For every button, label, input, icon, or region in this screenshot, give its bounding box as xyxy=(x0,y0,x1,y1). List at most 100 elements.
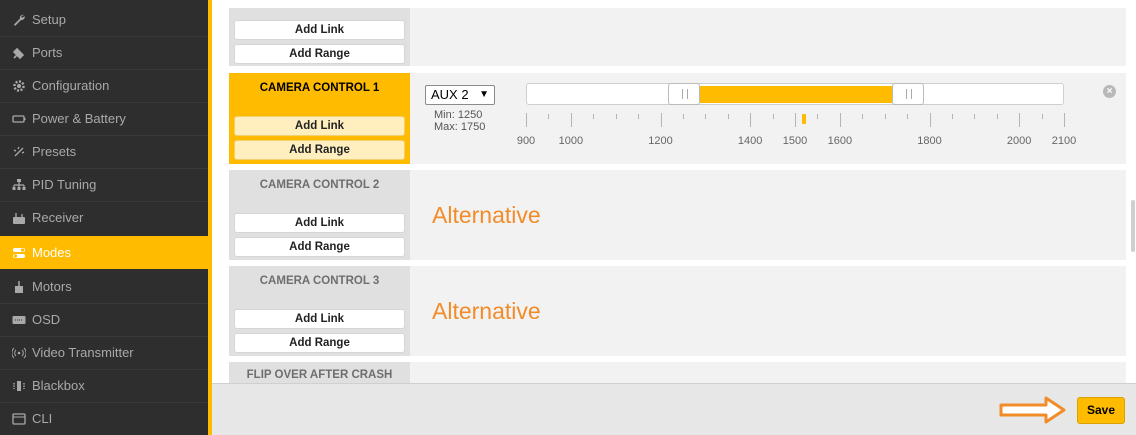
sidebar-item-label: PID Tuning xyxy=(32,177,97,192)
scale-tick xyxy=(1064,113,1065,127)
range-max-handle[interactable] xyxy=(892,83,925,105)
sidebar-item-receiver[interactable]: Receiver xyxy=(0,201,208,234)
add-link-button[interactable]: Add Link xyxy=(234,20,405,40)
annotation-text: Alternative xyxy=(432,202,541,228)
sidebar-item-label: Video Transmitter xyxy=(32,345,134,360)
scale-tick xyxy=(772,114,774,119)
osd-icon xyxy=(12,313,26,327)
mode-name: FLIP OVER AFTER CRASH xyxy=(246,369,393,381)
mode-row-camera-control-2: CAMERA CONTROL 2 Add Link Add Range Alte… xyxy=(229,170,1126,260)
mode-name: CAMERA CONTROL 3 xyxy=(259,275,380,287)
sidebar-item-label: CLI xyxy=(32,411,53,426)
scale-tick xyxy=(1019,113,1021,127)
mode-name: CAMERA CONTROL 2 xyxy=(259,179,380,191)
scale-tick-label: 1200 xyxy=(648,135,673,147)
wrench-icon xyxy=(12,13,26,27)
scale-tick-label: 1500 xyxy=(782,135,808,147)
mode-row-right: Alternative xyxy=(414,170,1126,260)
sidebar-item-ports[interactable]: Ports xyxy=(0,36,208,69)
range-min-handle[interactable] xyxy=(667,83,700,105)
range-slider[interactable] xyxy=(526,83,1064,105)
scale-tick xyxy=(526,113,527,127)
sidebar-item-presets[interactable]: Presets xyxy=(0,135,208,168)
scale-tick xyxy=(795,113,796,127)
sidebar-item-label: Receiver xyxy=(32,210,84,225)
pid-icon xyxy=(12,178,26,192)
channel-value: AUX 2 xyxy=(431,87,469,102)
scale-tick xyxy=(1041,114,1043,119)
scale-tick xyxy=(615,114,617,119)
scale-tick xyxy=(638,114,640,119)
scale-tick xyxy=(817,114,819,119)
vtx-icon xyxy=(12,346,26,360)
mode-row-left: CAMERA CONTROL 2 Add Link Add Range xyxy=(229,170,410,260)
sidebar-item-video-transmitter[interactable]: Video Transmitter xyxy=(0,336,208,369)
mode-name: CAMERA CONTROL 1 xyxy=(259,82,380,94)
add-range-button[interactable]: Add Range xyxy=(234,140,405,160)
scale-tick-label: 1400 xyxy=(737,135,763,147)
mode-row-flip-over-after-crash: FLIP OVER AFTER CRASH xyxy=(229,362,1126,383)
sidebar-item-cli[interactable]: CLI xyxy=(0,402,208,435)
sidebar-item-label: Blackbox xyxy=(32,378,85,393)
bottom-toolbar: Save xyxy=(212,383,1136,435)
scale-tick-label: 2000 xyxy=(1006,135,1032,147)
sidebar-item-label: Power & Battery xyxy=(32,111,126,126)
scale-tick-label: 900 xyxy=(516,135,536,147)
sidebar-item-motors[interactable]: Motors xyxy=(0,270,208,303)
add-link-button[interactable]: Add Link xyxy=(234,116,405,136)
sidebar-item-osd[interactable]: OSD xyxy=(0,303,208,336)
blackbox-icon xyxy=(12,379,26,393)
save-button[interactable]: Save xyxy=(1077,397,1125,424)
scale-tick-label: 1800 xyxy=(917,135,942,147)
annotation-text: Alternative xyxy=(432,298,541,324)
scrollbar[interactable] xyxy=(1130,0,1136,383)
scale-tick xyxy=(660,113,662,127)
add-link-button[interactable]: Add Link xyxy=(234,213,405,233)
sidebar-item-configuration[interactable]: Configuration xyxy=(0,69,208,102)
scale-tick xyxy=(951,114,953,119)
mode-row-left: FLIP OVER AFTER CRASH xyxy=(229,362,410,383)
motor-icon xyxy=(12,280,26,294)
scale-tick xyxy=(862,114,864,119)
scale-tick-label: 1600 xyxy=(827,135,853,147)
sidebar-item-label: Setup xyxy=(32,12,66,27)
range-fill xyxy=(683,86,909,103)
scale-tick xyxy=(929,113,931,127)
remove-range-icon[interactable]: × xyxy=(1103,85,1116,98)
range-max-label: Max: 1750 xyxy=(434,121,486,133)
scale-tick xyxy=(682,114,684,119)
sidebar-item-label: OSD xyxy=(32,312,61,327)
add-link-button[interactable]: Add Link xyxy=(234,309,405,329)
sidebar-item-label: Configuration xyxy=(32,78,110,93)
plug-icon xyxy=(12,46,26,60)
range-editor: AUX 2 ▼ Min: 1250 Max: 1750 900 1000 1200 1… xyxy=(414,73,1126,164)
add-range-button[interactable]: Add Range xyxy=(234,237,405,257)
mode-row-right: Alternative xyxy=(414,266,1126,356)
arrow-right-icon xyxy=(999,396,1066,424)
sidebar-item-power-battery[interactable]: Power & Battery xyxy=(0,102,208,135)
scale-tick xyxy=(839,113,841,127)
presets-icon xyxy=(12,145,26,159)
sidebar-item-pid-tuning[interactable]: PID Tuning xyxy=(0,168,208,201)
sidebar-item-label: Motors xyxy=(32,279,72,294)
sidebar-item-blackbox[interactable]: Blackbox xyxy=(0,369,208,402)
add-range-button[interactable]: Add Range xyxy=(234,333,405,353)
sidebar: Setup Ports Configuration Power & Batter… xyxy=(0,0,208,435)
scrollbar-thumb[interactable] xyxy=(1131,200,1135,252)
battery-icon xyxy=(12,112,26,126)
mode-row-right xyxy=(414,8,1126,66)
receiver-icon xyxy=(12,211,26,225)
gear-icon xyxy=(12,79,26,93)
sidebar-item-modes[interactable]: Modes xyxy=(0,236,208,269)
range-min-label: Min: 1250 xyxy=(434,109,483,121)
cli-icon xyxy=(12,412,26,426)
scale-tick xyxy=(570,113,572,127)
add-range-button[interactable]: Add Range xyxy=(234,44,405,64)
sidebar-item-label: Modes xyxy=(32,245,72,260)
sidebar-item-setup[interactable]: Setup xyxy=(0,3,208,36)
scale-tick xyxy=(907,114,909,119)
sidebar-item-label: Ports xyxy=(32,45,63,60)
channel-select[interactable]: AUX 2 ▼ xyxy=(425,85,495,105)
mode-row-camera-control-1: CAMERA CONTROL 1 Add Link Add Range AUX … xyxy=(229,73,1126,164)
scale-tick xyxy=(974,114,976,119)
